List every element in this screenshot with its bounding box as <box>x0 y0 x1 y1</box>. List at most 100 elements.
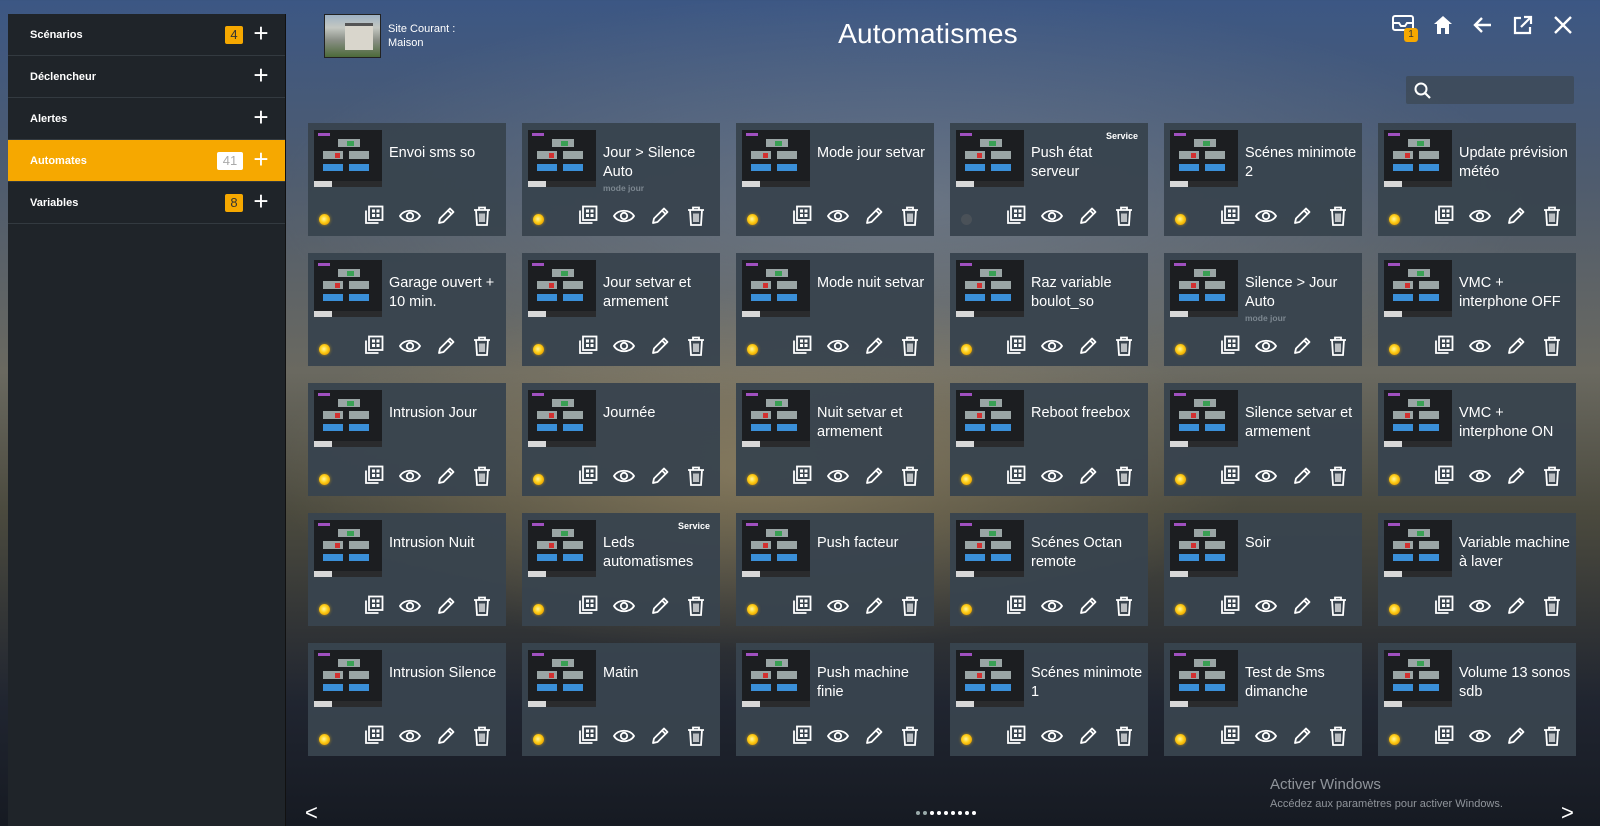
delete-icon[interactable] <box>684 334 707 357</box>
status-indicator-icon[interactable] <box>533 214 544 225</box>
page-dot[interactable] <box>951 811 955 815</box>
duplicate-icon[interactable] <box>1218 594 1241 617</box>
automatisme-card[interactable]: Nuit setvar et armement <box>736 383 934 496</box>
automatisme-card[interactable]: Volume 13 sonos sdb <box>1378 643 1576 756</box>
sidebar-item-4[interactable]: Variables 8 + <box>8 182 285 224</box>
duplicate-icon[interactable] <box>576 594 599 617</box>
automatisme-card[interactable]: VMC + interphone OFF <box>1378 253 1576 366</box>
automatisme-card[interactable]: Mode nuit setvar <box>736 253 934 366</box>
delete-icon[interactable] <box>684 204 707 227</box>
view-icon[interactable] <box>1040 724 1063 747</box>
edit-icon[interactable] <box>434 204 457 227</box>
view-icon[interactable] <box>1254 334 1277 357</box>
add-icon[interactable]: + <box>249 188 273 214</box>
automatisme-card[interactable]: Scénes minimote 1 <box>950 643 1148 756</box>
status-indicator-icon[interactable] <box>961 344 972 355</box>
page-dot[interactable] <box>930 811 934 815</box>
view-icon[interactable] <box>1468 204 1491 227</box>
sidebar-item-1[interactable]: Déclencheur + <box>8 56 285 98</box>
edit-icon[interactable] <box>434 464 457 487</box>
edit-icon[interactable] <box>1076 464 1099 487</box>
page-dot[interactable] <box>958 811 962 815</box>
edit-icon[interactable] <box>1290 204 1313 227</box>
delete-icon[interactable] <box>1326 204 1349 227</box>
add-icon[interactable]: + <box>249 146 273 172</box>
automatisme-card[interactable]: Intrusion Silence <box>308 643 506 756</box>
edit-icon[interactable] <box>1076 594 1099 617</box>
delete-icon[interactable] <box>1540 464 1563 487</box>
delete-icon[interactable] <box>684 724 707 747</box>
delete-icon[interactable] <box>1326 334 1349 357</box>
edit-icon[interactable] <box>1290 334 1313 357</box>
view-icon[interactable] <box>1254 594 1277 617</box>
external-link-icon[interactable] <box>1506 8 1540 42</box>
view-icon[interactable] <box>826 724 849 747</box>
status-indicator-icon[interactable] <box>747 214 758 225</box>
view-icon[interactable] <box>612 334 635 357</box>
edit-icon[interactable] <box>434 334 457 357</box>
status-indicator-icon[interactable] <box>533 734 544 745</box>
page-dot[interactable] <box>965 811 969 815</box>
edit-icon[interactable] <box>862 334 885 357</box>
home-icon[interactable] <box>1426 8 1460 42</box>
view-icon[interactable] <box>826 334 849 357</box>
status-indicator-icon[interactable] <box>747 734 758 745</box>
delete-icon[interactable] <box>1540 724 1563 747</box>
view-icon[interactable] <box>612 204 635 227</box>
page-dot[interactable] <box>937 811 941 815</box>
automatisme-card[interactable]: Scénes minimote 2 <box>1164 123 1362 236</box>
status-indicator-icon[interactable] <box>319 214 330 225</box>
view-icon[interactable] <box>826 594 849 617</box>
automatisme-card[interactable]: Variable machine à laver <box>1378 513 1576 626</box>
status-indicator-icon[interactable] <box>1175 344 1186 355</box>
view-icon[interactable] <box>398 334 421 357</box>
status-indicator-icon[interactable] <box>1389 604 1400 615</box>
view-icon[interactable] <box>1254 464 1277 487</box>
view-icon[interactable] <box>1468 464 1491 487</box>
delete-icon[interactable] <box>684 594 707 617</box>
edit-icon[interactable] <box>1076 724 1099 747</box>
status-indicator-icon[interactable] <box>961 474 972 485</box>
duplicate-icon[interactable] <box>1004 594 1027 617</box>
sidebar-item-3[interactable]: Automates 41 + <box>8 140 285 182</box>
view-icon[interactable] <box>1040 464 1063 487</box>
sidebar-item-2[interactable]: Alertes + <box>8 98 285 140</box>
duplicate-icon[interactable] <box>790 594 813 617</box>
edit-icon[interactable] <box>1076 204 1099 227</box>
prev-page-button[interactable]: < <box>305 800 318 826</box>
automatisme-card[interactable]: Intrusion Nuit <box>308 513 506 626</box>
page-dot[interactable] <box>944 811 948 815</box>
edit-icon[interactable] <box>434 594 457 617</box>
delete-icon[interactable] <box>470 464 493 487</box>
delete-icon[interactable] <box>470 724 493 747</box>
status-indicator-icon[interactable] <box>1175 474 1186 485</box>
duplicate-icon[interactable] <box>790 334 813 357</box>
view-icon[interactable] <box>398 594 421 617</box>
duplicate-icon[interactable] <box>1218 464 1241 487</box>
status-indicator-icon[interactable] <box>1175 604 1186 615</box>
view-icon[interactable] <box>1468 594 1491 617</box>
delete-icon[interactable] <box>1112 334 1135 357</box>
duplicate-icon[interactable] <box>1432 334 1455 357</box>
edit-icon[interactable] <box>862 724 885 747</box>
edit-icon[interactable] <box>1290 724 1313 747</box>
status-indicator-icon[interactable] <box>747 344 758 355</box>
view-icon[interactable] <box>1468 334 1491 357</box>
status-indicator-icon[interactable] <box>533 474 544 485</box>
duplicate-icon[interactable] <box>576 204 599 227</box>
delete-icon[interactable] <box>1540 594 1563 617</box>
view-icon[interactable] <box>1468 724 1491 747</box>
duplicate-icon[interactable] <box>576 334 599 357</box>
edit-icon[interactable] <box>1290 464 1313 487</box>
delete-icon[interactable] <box>470 594 493 617</box>
delete-icon[interactable] <box>1326 724 1349 747</box>
duplicate-icon[interactable] <box>362 464 385 487</box>
edit-icon[interactable] <box>1504 334 1527 357</box>
automatisme-card[interactable]: Silence > Jour Auto mode jour <box>1164 253 1362 366</box>
view-icon[interactable] <box>398 464 421 487</box>
edit-icon[interactable] <box>648 334 671 357</box>
automatisme-card[interactable]: Soir <box>1164 513 1362 626</box>
delete-icon[interactable] <box>898 464 921 487</box>
delete-icon[interactable] <box>898 334 921 357</box>
duplicate-icon[interactable] <box>790 464 813 487</box>
